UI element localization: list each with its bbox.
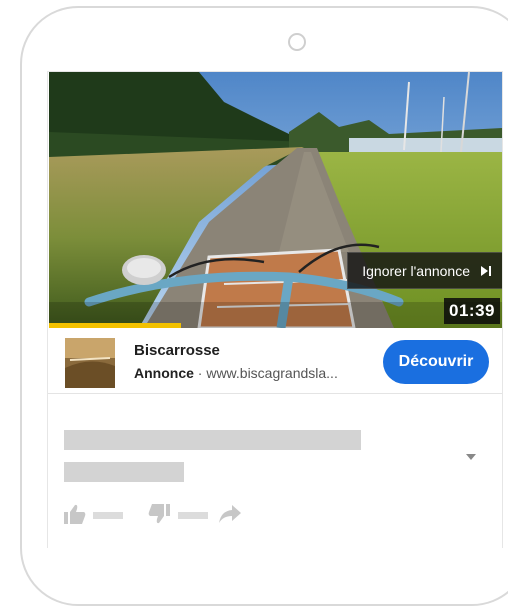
skip-next-icon	[481, 265, 491, 276]
ad-info-bar[interactable]: Biscarrosse Annonce · www.biscagrandsla.…	[48, 328, 502, 394]
title-placeholder-line-2	[64, 462, 184, 482]
advertiser-name[interactable]: Biscarrosse	[134, 342, 220, 359]
thumbs-down-icon[interactable]	[148, 504, 170, 524]
video-duration: 01:39	[444, 298, 500, 324]
front-camera	[288, 33, 306, 51]
dislike-count-placeholder	[178, 512, 208, 519]
thumbs-up-icon[interactable]	[64, 504, 86, 524]
advertiser-thumbnail[interactable]	[65, 338, 115, 388]
video-player[interactable]: Ignorer l'annonce 01:39	[49, 72, 502, 328]
title-placeholder-line-1	[64, 430, 361, 450]
discover-button[interactable]: Découvrir	[383, 340, 489, 384]
sponsored-label: Annonce	[134, 365, 194, 381]
phone-screen: Ignorer l'annonce 01:39 Biscarrosse Anno…	[47, 71, 503, 548]
ad-subtitle: Annonce · www.biscagrandsla...	[134, 365, 338, 381]
ad-url[interactable]: · www.biscagrandsla...	[198, 365, 338, 381]
skip-ad-label: Ignorer l'annonce	[362, 262, 470, 279]
video-frame	[49, 72, 502, 328]
chevron-down-icon[interactable]	[466, 454, 476, 460]
skip-ad-button[interactable]: Ignorer l'annonce	[347, 252, 502, 289]
advertiser-logo	[65, 338, 115, 388]
like-count-placeholder	[93, 512, 123, 519]
share-icon[interactable]	[219, 505, 241, 523]
